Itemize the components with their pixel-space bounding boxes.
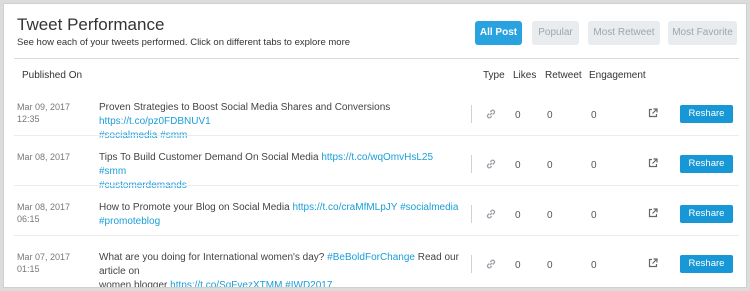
tweet-text-segment: women blogger — [99, 280, 171, 288]
tweet-link[interactable]: https://t.co/pz0FDBNUV1 — [99, 116, 211, 127]
likes-count: 0 — [515, 260, 521, 271]
tweet-text-segment: Proven Strategies to Boost Social Media … — [99, 102, 391, 113]
table-row: Mar 09, 2017 12:35 Proven Strategies to Bo… — [4, 86, 746, 141]
table-row: Mar 08, 2017 06:15 How to Promote your Blo… — [4, 186, 746, 236]
likes-count: 0 — [515, 110, 521, 121]
tweet-text-segment: How to Promote your Blog on Social Media — [99, 202, 293, 213]
engagement-count: 0 — [591, 110, 597, 121]
table-row: Mar 08, 2017 Tips To Build Customer Deman… — [4, 136, 746, 191]
header-divider — [14, 58, 739, 59]
page-title: Tweet Performance — [17, 15, 165, 34]
reshare-button[interactable]: Reshare — [680, 205, 733, 223]
post-date-day: Mar 07, 2017 — [17, 252, 71, 262]
tweet-performance-panel: Tweet Performance See how each of your t… — [3, 3, 747, 288]
post-date-day: Mar 08, 2017 — [17, 152, 71, 162]
retweet-count: 0 — [547, 210, 553, 221]
column-divider — [471, 205, 472, 223]
tweet-text-line2: women blogger https://t.co/SgFvezXTMM #I… — [99, 279, 459, 288]
tweet-text-line1: How to Promote your Blog on Social Media… — [99, 201, 459, 215]
post-date-day: Mar 08, 2017 — [17, 202, 71, 212]
post-date-time: 01:15 — [17, 264, 40, 274]
reshare-button[interactable]: Reshare — [680, 105, 733, 123]
tweet-text-line2: #promoteblog — [99, 215, 459, 229]
tweet-link[interactable]: #promoteblog — [99, 216, 160, 227]
reshare-button[interactable]: Reshare — [680, 255, 733, 273]
column-divider — [471, 255, 472, 273]
col-engagement: Engagement — [589, 70, 646, 81]
tab-most-retweet[interactable]: Most Retweet — [588, 21, 660, 45]
engagement-count: 0 — [591, 210, 597, 221]
column-divider — [471, 105, 472, 123]
col-retweet: Retweet — [545, 70, 582, 81]
tweet-text: What are you doing for International wom… — [99, 251, 459, 288]
likes-count: 0 — [515, 210, 521, 221]
link-icon — [485, 208, 497, 220]
tweet-text-line1: Proven Strategies to Boost Social Media … — [99, 101, 459, 129]
tweet-text: How to Promote your Blog on Social Media… — [99, 201, 459, 229]
tweet-text-line1: What are you doing for International wom… — [99, 251, 459, 279]
tweet-text-segment: What are you doing for International wom… — [99, 252, 328, 263]
tweet-text-line1: Tips To Build Customer Demand On Social … — [99, 151, 459, 179]
reshare-button[interactable]: Reshare — [680, 155, 733, 173]
engagement-count: 0 — [591, 160, 597, 171]
column-divider — [471, 155, 472, 173]
tab-all-post[interactable]: All Post — [475, 21, 522, 45]
post-date-time: 06:15 — [17, 214, 40, 224]
tab-popular[interactable]: Popular — [532, 21, 579, 45]
tweet-link[interactable]: https://t.co/SgFvezXTMM #IWD2017 — [170, 280, 332, 287]
link-icon — [485, 258, 497, 270]
retweet-count: 0 — [547, 160, 553, 171]
post-date-time: 12:35 — [17, 114, 40, 124]
external-link-icon[interactable] — [647, 157, 659, 169]
link-icon — [485, 158, 497, 170]
post-date: Mar 07, 2017 01:15 — [17, 251, 70, 275]
post-date: Mar 09, 2017 12:35 — [17, 101, 70, 125]
external-link-icon[interactable] — [647, 257, 659, 269]
tweet-text-segment: Tips To Build Customer Demand On Social … — [99, 152, 322, 163]
link-icon — [485, 108, 497, 120]
post-date-day: Mar 09, 2017 — [17, 102, 71, 112]
tweet-link[interactable]: https://t.co/craMfMLpJY #socialmedia — [292, 202, 458, 213]
retweet-count: 0 — [547, 260, 553, 271]
col-likes: Likes — [513, 70, 537, 81]
post-date: Mar 08, 2017 — [17, 151, 70, 163]
likes-count: 0 — [515, 160, 521, 171]
tab-most-favorite[interactable]: Most Favorite — [668, 21, 737, 45]
external-link-icon[interactable] — [647, 207, 659, 219]
engagement-count: 0 — [591, 260, 597, 271]
col-published-on: Published On — [22, 70, 83, 81]
table-row: Mar 07, 2017 01:15 What are you doing for … — [4, 236, 746, 288]
retweet-count: 0 — [547, 110, 553, 121]
col-type: Type — [483, 70, 505, 81]
post-date: Mar 08, 2017 06:15 — [17, 201, 70, 225]
external-link-icon[interactable] — [647, 107, 659, 119]
tweet-link[interactable]: #BeBoldForChange — [327, 252, 415, 263]
page-subtitle: See how each of your tweets performed. C… — [17, 37, 351, 48]
